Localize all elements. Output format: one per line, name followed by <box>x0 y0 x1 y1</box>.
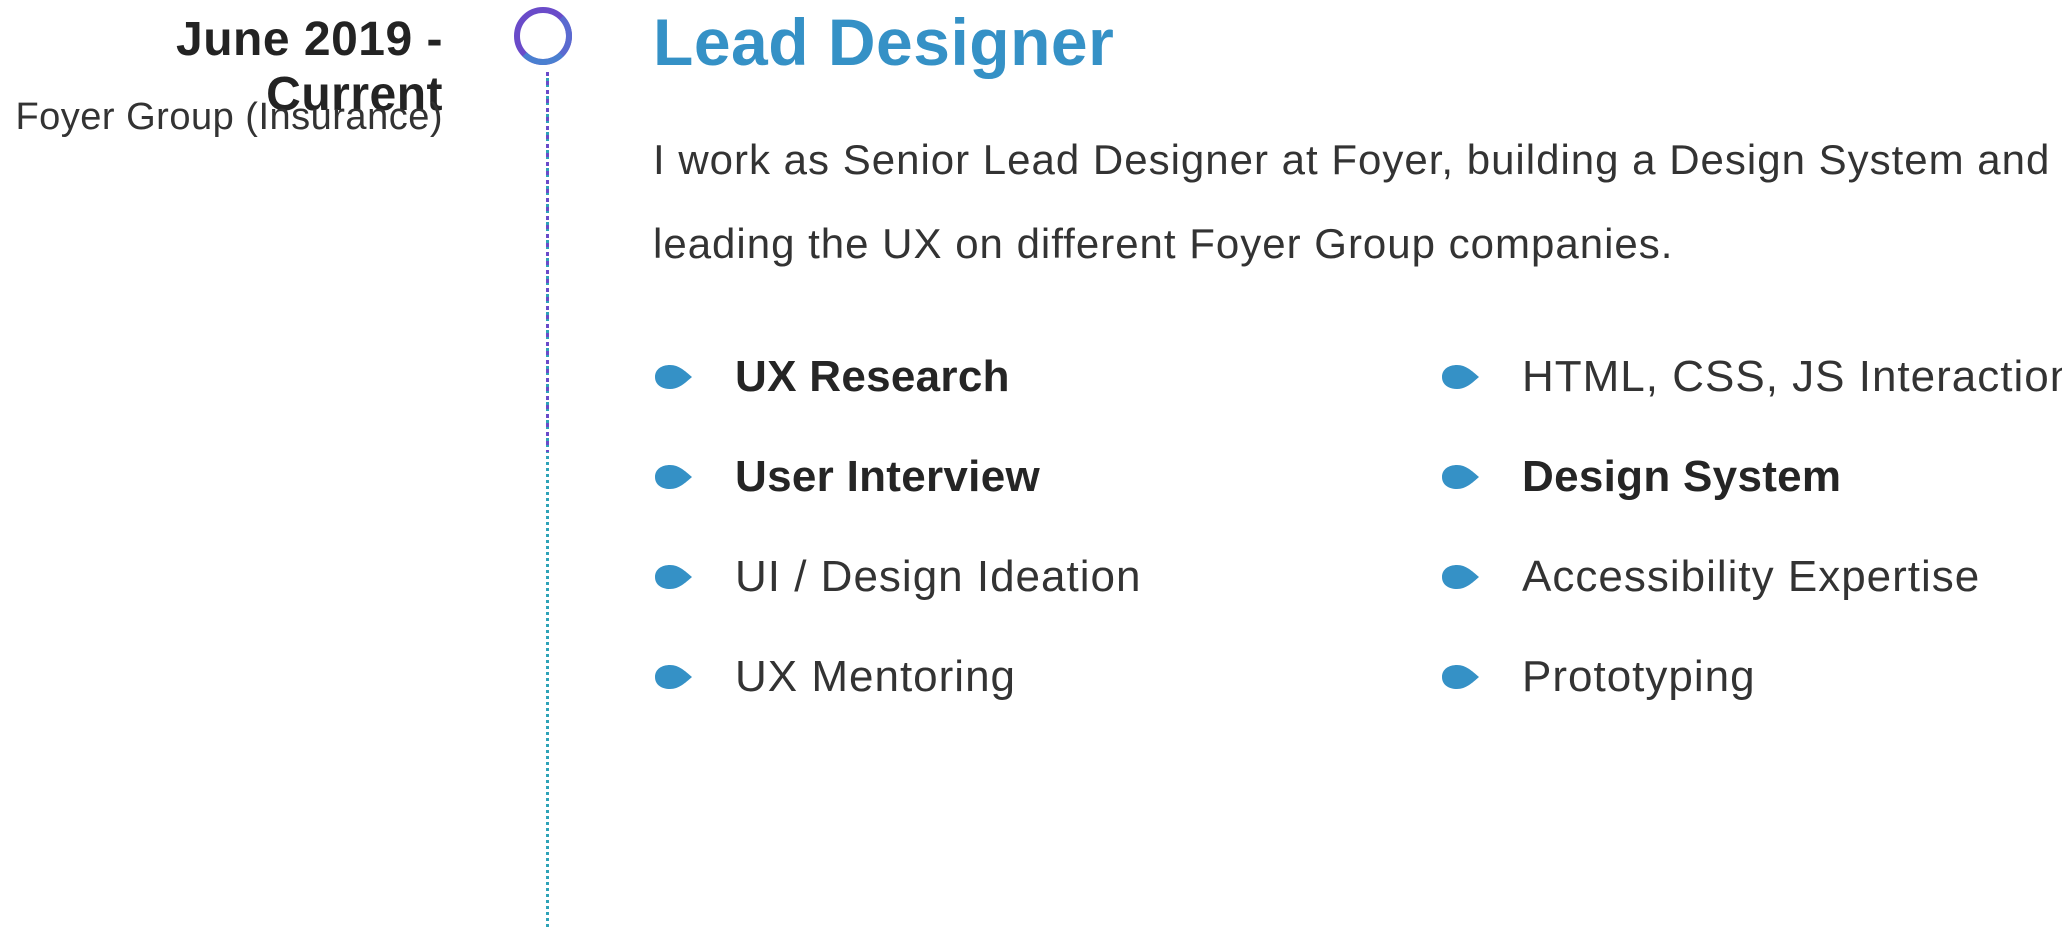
skill-item: UX Research <box>653 340 1440 414</box>
teardrop-bullet-icon <box>655 465 692 489</box>
skill-label: UI / Design Ideation <box>735 552 1142 601</box>
teardrop-bullet-icon <box>1442 665 1479 689</box>
skill-item: Accessibility Expertise <box>1440 540 2060 614</box>
teardrop-bullet-icon <box>655 665 692 689</box>
skill-item: UI / Design Ideation <box>653 540 1440 614</box>
teardrop-bullet-icon <box>655 565 692 589</box>
skill-label: UX Mentoring <box>735 652 1017 701</box>
teardrop-bullet-icon <box>1442 465 1479 489</box>
skill-label: UX Research <box>735 352 1010 401</box>
skill-item: User Interview <box>653 440 1440 514</box>
teardrop-bullet-icon <box>655 365 692 389</box>
teardrop-bullet-icon <box>1442 365 1479 389</box>
job-summary: I work as Senior Lead Designer at Foyer,… <box>653 136 2051 267</box>
skill-label: HTML, CSS, JS Interaction <box>1522 352 2062 401</box>
teardrop-bullet-icon <box>1442 565 1479 589</box>
skill-item: HTML, CSS, JS Interaction <box>1440 340 2062 414</box>
company-label: Foyer Group (Insurance) <box>15 96 443 138</box>
skill-label: User Interview <box>735 452 1041 501</box>
skill-item: Prototyping <box>1440 640 2060 714</box>
timeline-circle-icon <box>514 7 572 65</box>
skill-item: Design System <box>1440 440 2060 514</box>
skill-label: Accessibility Expertise <box>1522 552 1981 601</box>
skill-label: Prototyping <box>1522 652 1756 701</box>
skill-item: UX Mentoring <box>653 640 1440 714</box>
job-title: Lead Designer <box>653 5 1115 79</box>
skills-list: UX Research HTML, CSS, JS Interaction Us… <box>653 340 2062 740</box>
skill-label: Design System <box>1522 452 1842 501</box>
timeline-line <box>546 72 549 927</box>
